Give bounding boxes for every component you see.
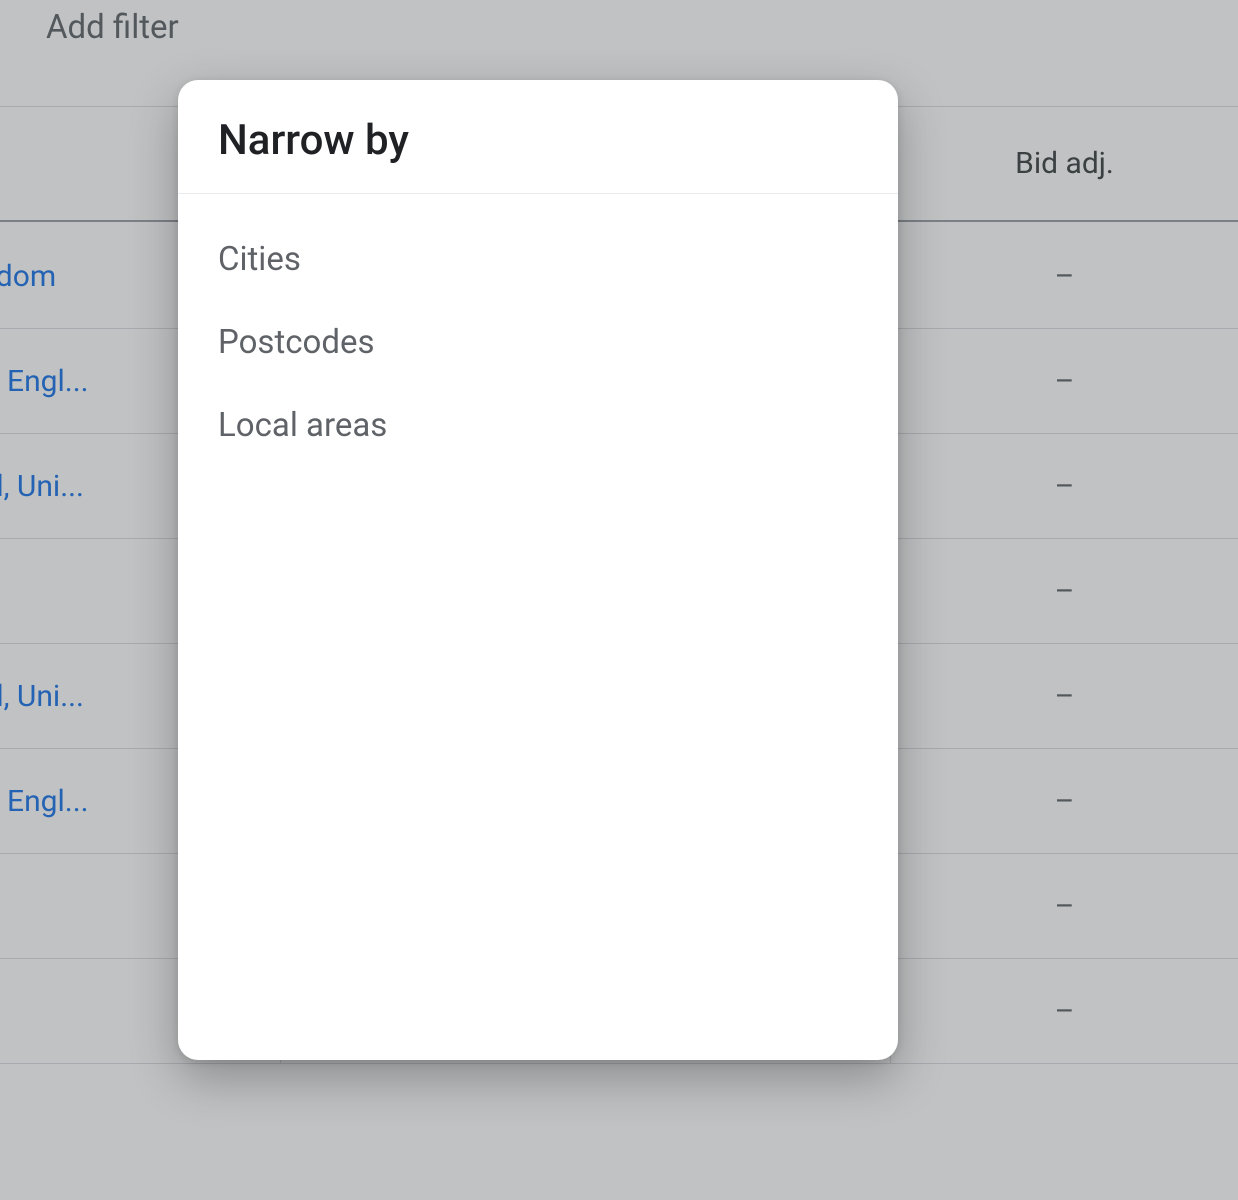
narrow-by-popover: Narrow by Cities Postcodes Local areas [178, 80, 898, 1060]
popover-option-list: Cities Postcodes Local areas [178, 194, 898, 467]
narrow-by-option-postcodes[interactable]: Postcodes [178, 301, 898, 384]
narrow-by-option-cities[interactable]: Cities [178, 218, 898, 301]
narrow-by-option-local-areas[interactable]: Local areas [178, 384, 898, 467]
popover-title: Narrow by [178, 80, 898, 194]
